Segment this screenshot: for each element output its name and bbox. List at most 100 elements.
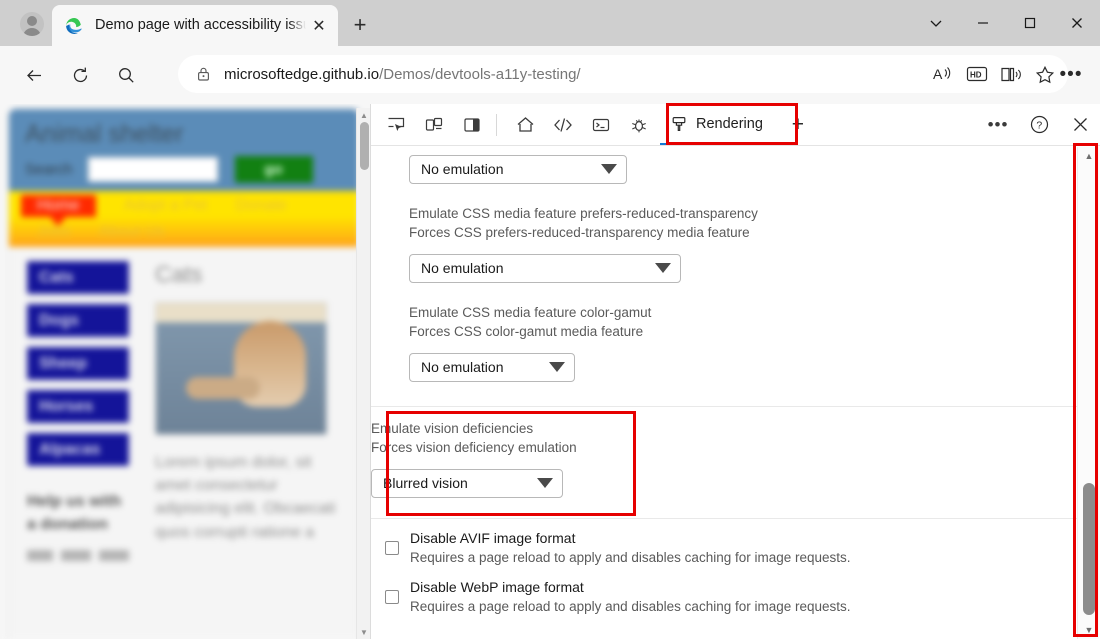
site-nav-item-adopt[interactable]: Adopt a Pet	[124, 197, 208, 215]
console-icon[interactable]	[584, 108, 618, 142]
back-button-icon[interactable]	[16, 57, 52, 93]
disable-webp-sub: Requires a page reload to apply and disa…	[410, 599, 851, 614]
devtools-close-icon[interactable]	[1063, 108, 1097, 142]
home-icon[interactable]	[508, 108, 542, 142]
address-bar-url: microsoftedge.github.io/Demos/devtools-a…	[224, 66, 926, 83]
tab-rendering[interactable]: Rendering	[660, 105, 775, 145]
donation-amount-button[interactable]	[27, 550, 53, 561]
window-controls	[912, 0, 1100, 46]
rendering-section-vision-deficiencies: Emulate vision deficiencies Forces visio…	[371, 407, 1077, 514]
devtools-toolbar-right: ••• ?	[973, 108, 1100, 142]
svg-text:HD: HD	[970, 71, 982, 80]
page-scroll-down-icon[interactable]: ▼	[357, 625, 370, 639]
site-main: Cats Lorem ipsum dolor, sit amet consect…	[129, 261, 359, 639]
toolbar-divider	[496, 114, 497, 136]
disable-avif-sub: Requires a page reload to apply and disa…	[410, 550, 851, 565]
prefers-reduced-transparency-select[interactable]: No emulation	[409, 254, 681, 283]
vision-deficiencies-title: Emulate vision deficiencies	[371, 419, 1077, 439]
devtools-scrollbar-thumb[interactable]	[1083, 483, 1095, 615]
rendering-section-prefers-reduced-transparency: Emulate CSS media feature prefers-reduce…	[371, 204, 1077, 303]
prefers-reduced-data-select-value: No emulation	[421, 161, 504, 177]
vision-deficiencies-desc: Forces vision deficiency emulation	[371, 438, 1077, 458]
tab-actions-chevron-icon[interactable]	[912, 0, 959, 46]
site-category-dogs[interactable]: Dogs	[27, 304, 129, 337]
issues-bug-icon[interactable]	[622, 108, 656, 142]
site-nav-item-about[interactable]: About Us	[99, 223, 165, 241]
page-scrollbar-thumb[interactable]	[360, 122, 369, 170]
site-category-alpacas[interactable]: Alpacas	[27, 433, 129, 466]
page-viewport: Animal shelter Search go Home Adopt a Pe…	[0, 104, 370, 639]
color-gamut-desc: Forces CSS color-gamut media feature	[409, 322, 1053, 342]
disable-webp-checkbox[interactable]	[385, 590, 399, 604]
devtools-scrollbar-track[interactable]	[1078, 165, 1100, 621]
page-scrollbar[interactable]: ▲ ▼	[356, 108, 370, 639]
site-category-sheep[interactable]: Sheep	[27, 347, 129, 380]
maximize-icon[interactable]	[1006, 0, 1053, 46]
site-nav: Home Adopt a Pet Donate Jobs About Us	[9, 191, 359, 247]
minimize-icon[interactable]	[959, 0, 1006, 46]
rendering-section-prefers-reduced-data: Forces CSS prefers-reduced-data media fe…	[371, 146, 1077, 204]
tab-close-icon[interactable]: ✕	[306, 13, 332, 39]
site-header: Animal shelter Search go	[9, 109, 359, 191]
site-sidebar: Cats Dogs Sheep Horses Alpacas Help us w…	[9, 261, 129, 639]
site-title: Animal shelter	[25, 119, 359, 150]
devtools-more-options-icon[interactable]: •••	[981, 108, 1015, 142]
color-gamut-select[interactable]: No emulation	[409, 353, 575, 382]
chevron-down-icon	[601, 164, 617, 174]
dock-side-icon[interactable]	[455, 108, 489, 142]
close-icon[interactable]	[1053, 0, 1100, 46]
browser-more-options-button[interactable]: •••	[1054, 59, 1088, 91]
url-path: /Demos/devtools-a11y-testing/	[379, 66, 580, 83]
devtools-panel: Rendering + ••• ? Forces C	[370, 104, 1100, 639]
devtools-scroll-up-icon[interactable]: ▲	[1078, 147, 1100, 165]
donation-amount-button[interactable]	[99, 550, 129, 561]
site-body: Cats Dogs Sheep Horses Alpacas Help us w…	[9, 247, 359, 639]
color-gamut-title: Emulate CSS media feature color-gamut	[409, 303, 1053, 323]
devtools-scrollbar[interactable]: ▲ ▼	[1077, 147, 1099, 639]
avatar	[20, 12, 44, 36]
page-scroll-up-icon[interactable]: ▲	[357, 108, 370, 122]
chevron-down-icon	[655, 263, 671, 273]
devtools-add-tab-button[interactable]: +	[783, 110, 813, 140]
vision-deficiencies-select-value: Blurred vision	[383, 475, 468, 491]
disable-avif-row[interactable]: Disable AVIF image format Requires a pag…	[371, 519, 1077, 568]
brush-icon	[670, 115, 688, 133]
immersive-reader-icon[interactable]	[994, 59, 1028, 89]
new-tab-button[interactable]: +	[344, 9, 376, 41]
rendering-section-color-gamut: Emulate CSS media feature color-gamut Fo…	[371, 303, 1077, 402]
address-bar[interactable]: microsoftedge.github.io/Demos/devtools-a…	[178, 55, 1068, 93]
inspect-element-icon[interactable]	[379, 108, 413, 142]
browser-window: Demo page with accessibility issu ✕ +	[0, 0, 1100, 639]
disable-webp-row[interactable]: Disable WebP image format Requires a pag…	[371, 568, 1077, 617]
navigation-bar: microsoftedge.github.io/Demos/devtools-a…	[0, 46, 1100, 104]
site-category-cats[interactable]: Cats	[27, 261, 129, 294]
elements-icon[interactable]	[546, 108, 580, 142]
rendering-panel: Forces CSS prefers-reduced-data media fe…	[371, 146, 1100, 639]
hd-badge-icon[interactable]: HD	[960, 59, 994, 89]
read-aloud-icon[interactable]: A	[926, 59, 960, 89]
donation-amount-button[interactable]	[61, 550, 91, 561]
rendering-scroll-container: Forces CSS prefers-reduced-data media fe…	[371, 146, 1077, 617]
svg-text:?: ?	[1036, 120, 1042, 132]
chevron-down-icon	[537, 478, 553, 488]
site-donation-buttons	[27, 550, 129, 561]
prefers-reduced-transparency-title: Emulate CSS media feature prefers-reduce…	[409, 204, 1053, 224]
site-nav-item-home[interactable]: Home	[21, 195, 96, 217]
vision-deficiencies-select[interactable]: Blurred vision	[371, 469, 563, 498]
site-category-horses[interactable]: Horses	[27, 390, 129, 423]
prefers-reduced-data-select[interactable]: No emulation	[409, 155, 627, 184]
rendered-page: Animal shelter Search go Home Adopt a Pe…	[8, 108, 360, 639]
refresh-button-icon[interactable]	[62, 57, 98, 93]
devtools-help-icon[interactable]: ?	[1022, 108, 1056, 142]
device-emulation-icon[interactable]	[417, 108, 451, 142]
lock-icon	[192, 66, 214, 82]
browser-tab[interactable]: Demo page with accessibility issu ✕	[52, 5, 338, 46]
prefers-reduced-transparency-select-value: No emulation	[421, 260, 504, 276]
site-nav-item-donate[interactable]: Donate	[235, 197, 287, 215]
site-go-button[interactable]: go	[235, 156, 313, 183]
site-search-input[interactable]	[88, 157, 218, 182]
devtools-scroll-down-icon[interactable]: ▼	[1078, 621, 1100, 639]
disable-avif-checkbox[interactable]	[385, 541, 399, 555]
search-button-icon[interactable]	[108, 57, 144, 93]
profile-button[interactable]	[14, 8, 50, 40]
